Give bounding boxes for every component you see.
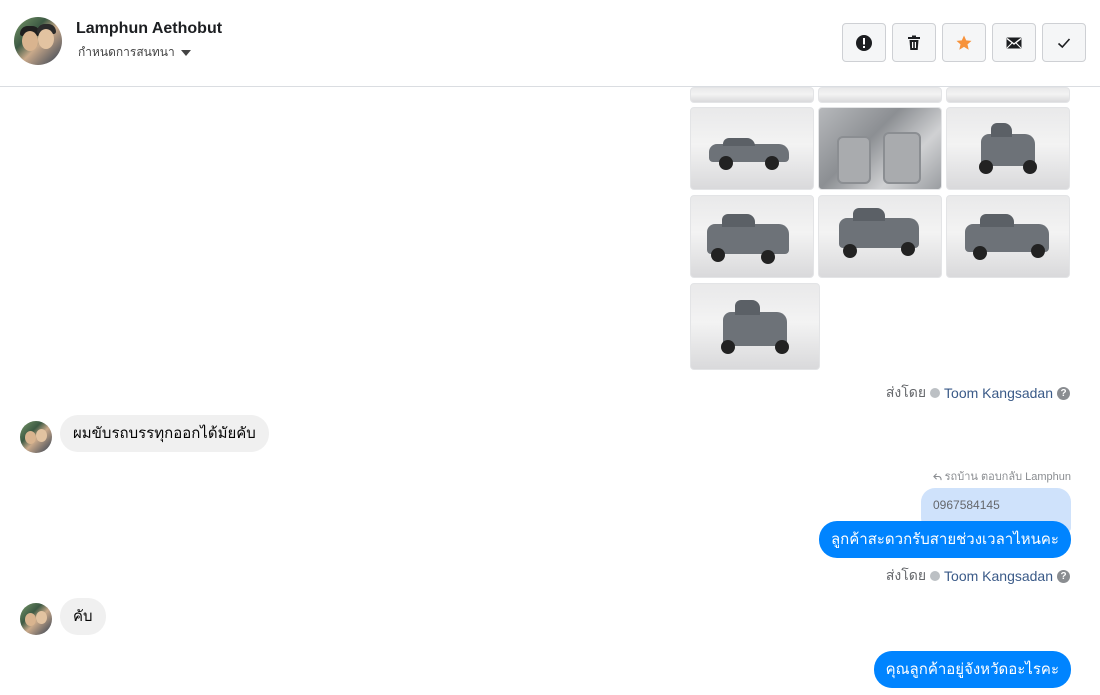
conversation-actions — [842, 23, 1086, 62]
envelope-icon — [1006, 37, 1022, 48]
verified-icon — [930, 571, 941, 581]
truck-front-left-photo[interactable] — [690, 195, 814, 278]
sent-by-label: ส่งโดย Toom Kangsadan ? — [886, 565, 1070, 587]
assign-label: กำหนดการสนทนา — [78, 45, 175, 59]
help-icon[interactable]: ? — [1057, 569, 1070, 583]
caret-down-icon — [180, 49, 191, 56]
trash-icon — [908, 35, 920, 50]
sent-by-prefix: ส่งโดย — [885, 567, 927, 583]
truck-front-right-photo[interactable] — [946, 195, 1070, 278]
incoming-message[interactable]: ผมขับรถบรรทุกออกได้มัยคับ — [60, 415, 269, 452]
truck-photo-cropped-3[interactable] — [946, 87, 1070, 103]
assign-conversation-dropdown[interactable]: กำหนดการสนทนา — [78, 43, 191, 62]
verified-icon — [930, 388, 941, 398]
truck-rear-left-photo[interactable] — [818, 195, 942, 278]
outgoing-message[interactable]: ลูกค้าสะดวกรับสายช่วงเวลาไหนคะ — [818, 521, 1071, 558]
agent-name-link[interactable]: Toom Kangsadan — [944, 385, 1053, 401]
truck-side-photo[interactable] — [690, 107, 814, 190]
truck-photo-cropped-2[interactable] — [818, 87, 942, 103]
sent-by-prefix: ส่งโดย — [885, 384, 927, 400]
truck-photo-cropped-1[interactable] — [690, 87, 814, 103]
exclamation-circle-icon — [856, 34, 872, 51]
truck-front-photo[interactable] — [690, 283, 820, 370]
outgoing-message[interactable]: คุณลูกค้าอยู่จังหวัดอะไรคะ — [873, 651, 1071, 688]
delete-button[interactable] — [892, 23, 936, 62]
mark-done-button[interactable] — [1042, 23, 1086, 62]
star-button[interactable] — [942, 23, 986, 62]
truck-interior-photo[interactable] — [818, 107, 942, 190]
incoming-message[interactable]: คับ — [60, 598, 106, 635]
star-icon — [956, 35, 972, 50]
reply-context-text: รถบ้าน ตอบกลับ Lamphun — [944, 471, 1071, 483]
contact-avatar-small[interactable] — [20, 603, 52, 635]
sent-by-label: ส่งโดย Toom Kangsadan ? — [886, 382, 1070, 404]
reply-arrow-icon — [932, 472, 942, 480]
truck-rear-photo[interactable] — [946, 107, 1070, 190]
check-icon — [1057, 37, 1071, 48]
agent-name-link[interactable]: Toom Kangsadan — [944, 568, 1053, 584]
contact-avatar-small[interactable] — [20, 421, 52, 453]
conversation-header: Lamphun Aethobut กำหนดการสนทนา — [0, 0, 1100, 87]
contact-name[interactable]: Lamphun Aethobut — [76, 20, 222, 38]
mark-unread-button[interactable] — [992, 23, 1036, 62]
help-icon[interactable]: ? — [1057, 386, 1070, 400]
contact-avatar[interactable] — [14, 17, 62, 65]
reply-context: รถบ้าน ตอบกลับ Lamphun — [932, 467, 1071, 485]
spam-button[interactable] — [842, 23, 886, 62]
